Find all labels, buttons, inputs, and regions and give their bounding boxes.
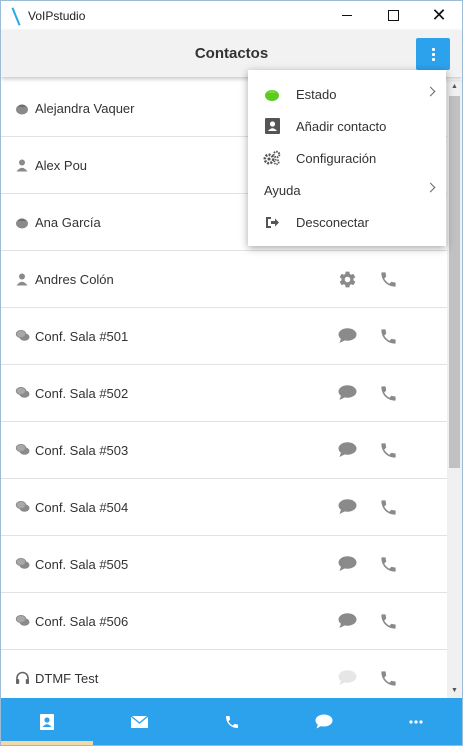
contact-actions xyxy=(336,593,399,649)
more-icon xyxy=(409,719,423,724)
contact-row[interactable]: Conf. Sala #502 xyxy=(1,365,447,422)
contact-actions xyxy=(336,536,399,592)
contact-name: Ana García xyxy=(35,214,101,230)
call-phone-icon[interactable] xyxy=(377,610,399,632)
page-title: Contactos xyxy=(194,45,269,62)
scrollbar[interactable]: ▲ ▼ xyxy=(447,80,462,698)
contact-name: DTMF Test xyxy=(35,670,99,686)
logout-icon xyxy=(263,213,281,231)
contacts-icon xyxy=(40,713,55,730)
chat-button-icon[interactable] xyxy=(336,610,358,632)
contact-row[interactable]: Conf. Sala #503 xyxy=(1,422,447,479)
status-dot-icon xyxy=(15,215,29,229)
contact-row[interactable]: Conf. Sala #504 xyxy=(1,479,447,536)
chevron-right-icon xyxy=(425,86,436,97)
call-phone-icon[interactable] xyxy=(377,553,399,575)
scroll-down-arrow-icon[interactable]: ▼ xyxy=(447,684,462,698)
phone-icon xyxy=(225,715,238,728)
contact-row[interactable]: Conf. Sala #501 xyxy=(1,308,447,365)
call-phone-icon[interactable] xyxy=(377,268,399,290)
contact-row[interactable]: Conf. Sala #505 xyxy=(1,536,447,593)
contact-actions xyxy=(336,479,399,535)
menu-item-estado[interactable]: Estado xyxy=(248,78,446,110)
window-title: VoIPstudio xyxy=(28,8,86,23)
chat-icon xyxy=(15,329,30,343)
contact-name: Conf. Sala #502 xyxy=(35,385,129,401)
contact-name: Conf. Sala #505 xyxy=(35,556,129,572)
add-contact-icon xyxy=(263,117,281,135)
menu-item-label: Añadir contacto xyxy=(296,118,387,134)
contact-row[interactable]: Andres Colón xyxy=(1,251,447,308)
chat-icon xyxy=(15,557,30,571)
kebab-icon xyxy=(431,47,435,61)
contact-row[interactable]: Conf. Sala #506 xyxy=(1,593,447,650)
contact-name: Alex Pou xyxy=(35,157,88,173)
window-controls: ✕ xyxy=(324,1,462,30)
nav-phone[interactable] xyxy=(185,698,277,745)
minimize-button[interactable] xyxy=(324,1,370,30)
contact-name: Andres Colón xyxy=(35,271,114,287)
contact-row[interactable]: DTMF Test xyxy=(1,650,447,698)
contact-name: Conf. Sala #506 xyxy=(35,613,129,629)
scrollbar-thumb[interactable] xyxy=(449,96,460,468)
chat-icon xyxy=(15,443,30,457)
menu-item-label: Configuración xyxy=(296,150,377,166)
person-icon xyxy=(15,272,29,286)
call-phone-icon[interactable] xyxy=(377,382,399,404)
nav-contacts[interactable] xyxy=(1,698,94,745)
chevron-right-icon xyxy=(425,182,436,193)
chat-icon xyxy=(15,500,30,514)
contact-actions xyxy=(336,650,399,698)
contact-actions xyxy=(336,251,399,307)
title-bar: VoIPstudio ✕ xyxy=(1,1,462,30)
chat-button-icon[interactable] xyxy=(336,439,358,461)
chat-button-icon[interactable] xyxy=(336,667,358,689)
contact-actions xyxy=(336,422,399,478)
voipstudio-logo-icon xyxy=(9,8,25,24)
menu-item-label: Desconectar xyxy=(296,214,369,230)
person-icon xyxy=(15,158,29,172)
chat-button-icon[interactable] xyxy=(336,553,358,575)
status-green-icon xyxy=(263,85,281,103)
gears-icon xyxy=(263,149,281,167)
call-phone-icon[interactable] xyxy=(377,667,399,689)
app-window: VoIPstudio ✕ Contactos Alejandra Vaquer A… xyxy=(0,0,463,746)
menu-item-desconectar[interactable]: Desconectar xyxy=(248,206,446,238)
contact-actions xyxy=(336,308,399,364)
gear-icon[interactable] xyxy=(336,268,358,290)
chat-button-icon[interactable] xyxy=(336,325,358,347)
menu-item-configuración[interactable]: Configuración xyxy=(248,142,446,174)
nav-more[interactable] xyxy=(370,698,462,745)
menu-item-añadir-contacto[interactable]: Añadir contacto xyxy=(248,110,446,142)
maximize-button[interactable] xyxy=(370,1,416,30)
close-button[interactable]: ✕ xyxy=(416,1,462,30)
mail-icon xyxy=(130,715,148,728)
call-phone-icon[interactable] xyxy=(377,439,399,461)
menu-item-label: Ayuda xyxy=(264,182,301,198)
chat-icon xyxy=(15,386,30,400)
call-phone-icon[interactable] xyxy=(377,325,399,347)
contact-name: Conf. Sala #504 xyxy=(35,499,129,515)
contact-name: Conf. Sala #503 xyxy=(35,442,129,458)
status-dot-icon xyxy=(15,101,29,115)
chat-button-icon[interactable] xyxy=(336,496,358,518)
chat-button-icon[interactable] xyxy=(336,382,358,404)
chat-icon xyxy=(15,614,30,628)
menu-item-label: Estado xyxy=(296,86,337,102)
chat-icon xyxy=(315,714,333,729)
headset-icon xyxy=(15,671,29,685)
dropdown-menu: Estado Añadir contacto Configuración Ayuda D… xyxy=(248,70,446,246)
menu-item-ayuda[interactable]: Ayuda xyxy=(248,174,446,206)
scroll-up-arrow-icon[interactable]: ▲ xyxy=(447,80,462,94)
contact-actions xyxy=(336,365,399,421)
nav-mail[interactable] xyxy=(93,698,185,745)
nav-chat[interactable] xyxy=(278,698,370,745)
menu-button[interactable] xyxy=(416,38,450,70)
contact-name: Conf. Sala #501 xyxy=(35,328,129,344)
contact-name: Alejandra Vaquer xyxy=(35,100,135,116)
bottom-nav xyxy=(1,698,462,745)
call-phone-icon[interactable] xyxy=(377,496,399,518)
